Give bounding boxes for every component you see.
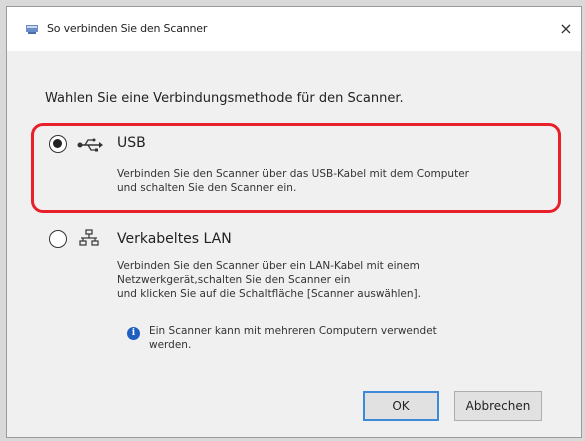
wired-lan-radio-button[interactable] xyxy=(49,230,67,248)
scanner-app-icon xyxy=(26,25,38,34)
scanner-connection-dialog: So verbinden Sie den Scanner × Wahlen Si… xyxy=(6,6,582,438)
close-button[interactable]: × xyxy=(553,17,579,41)
wired-lan-option-label: Verkabeltes LAN xyxy=(117,231,232,247)
wired-lan-icon xyxy=(79,229,99,246)
cancel-button[interactable]: Abbrechen xyxy=(454,391,542,421)
info-note: Ein Scanner kann mit mehreren Computern … xyxy=(149,325,437,351)
window-title: So verbinden Sie den Scanner xyxy=(47,22,208,35)
connection-method-prompt: Wahlen Sie eine Verbindungsmethode für d… xyxy=(45,91,404,106)
info-icon: i xyxy=(127,327,140,340)
ok-button[interactable]: OK xyxy=(363,391,439,421)
usb-option-highlight xyxy=(31,123,561,213)
wired-lan-option-description: Verbinden Sie den Scanner über ein LAN-K… xyxy=(117,260,421,300)
title-bar: So verbinden Sie den Scanner × xyxy=(7,7,581,51)
